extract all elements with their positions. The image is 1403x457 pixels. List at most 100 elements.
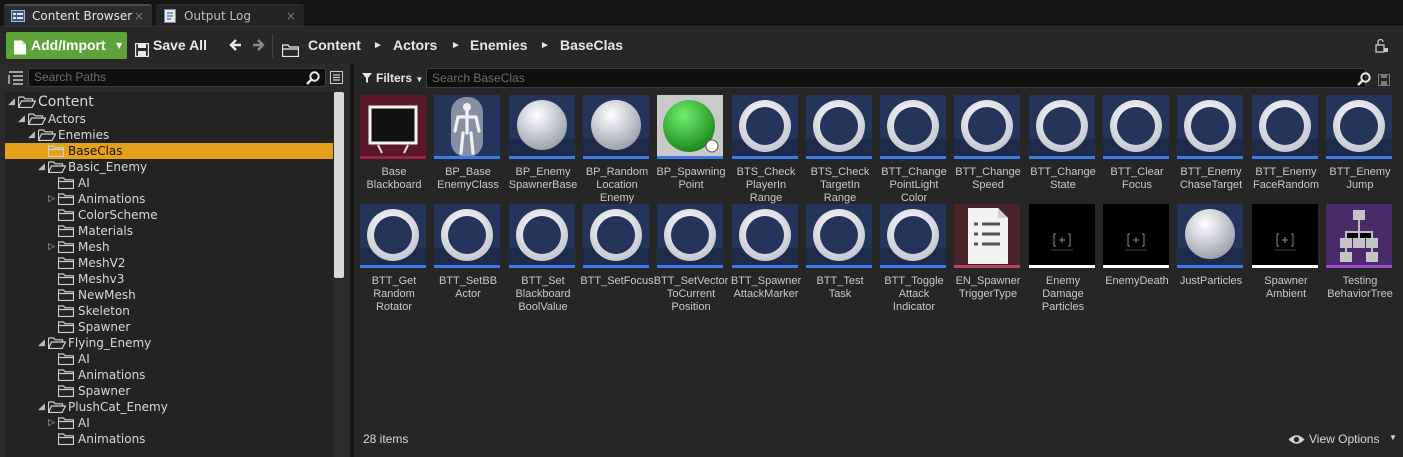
asset-tile[interactable]: Testing BehaviorTree <box>1326 204 1394 308</box>
tree-item-animations[interactable]: Animations <box>5 431 333 447</box>
collapse-arrow-icon[interactable]: ◢ <box>38 399 45 415</box>
scrollbar[interactable] <box>334 92 344 278</box>
tab-output-log[interactable]: Output Log × <box>156 4 304 26</box>
asset-tile[interactable]: BP_Random Location Enemy <box>583 95 651 204</box>
tree-item-colorscheme[interactable]: ColorScheme <box>5 207 333 223</box>
green-sphere-icon <box>657 95 723 159</box>
breadcrumb-separator-icon[interactable]: ► <box>373 32 383 59</box>
mannequin-icon <box>434 95 500 159</box>
asset-tile[interactable]: BTT_SetBB Actor <box>434 204 502 308</box>
tree-item-ai[interactable]: AI <box>5 351 333 367</box>
tree-item-mesh[interactable]: ▷ Mesh <box>5 239 333 255</box>
asset-type-bar <box>583 156 649 159</box>
close-icon[interactable]: × <box>286 6 296 26</box>
tree-item-actors[interactable]: ◢ Actors <box>5 111 333 127</box>
tree-item-basic_enemy[interactable]: ◢ Basic_Enemy <box>5 159 333 175</box>
tree-item-animations[interactable]: Animations <box>5 367 333 383</box>
search-icon[interactable] <box>306 70 320 89</box>
tree-item-flying_enemy[interactable]: ◢ Flying_Enemy <box>5 335 333 351</box>
toolbar: Add/Import ▼ Save All Content ► Actors ►… <box>0 26 1403 64</box>
asset-tile[interactable]: BTT_Enemy Jump <box>1326 95 1394 199</box>
breadcrumb-separator-icon[interactable]: ► <box>451 32 461 59</box>
tree-item-label: AI <box>78 176 90 190</box>
asset-tile[interactable]: BP_Base EnemyClass <box>434 95 502 199</box>
tree-item-skeleton[interactable]: Skeleton <box>5 303 333 319</box>
asset-tile[interactable]: JustParticles <box>1177 204 1245 308</box>
tab-content-browser[interactable]: Content Browser × <box>4 4 152 26</box>
breadcrumb-baseclas[interactable]: BaseClas <box>560 32 623 59</box>
asset-tile[interactable]: BTT_Enemy ChaseTarget <box>1177 95 1245 199</box>
asset-tile[interactable]: BTT_Spawner AttackMarker <box>731 204 801 308</box>
asset-tile[interactable]: EN_Spawner TriggerType <box>954 204 1022 308</box>
collapse-arrow-icon[interactable]: ◢ <box>28 127 35 143</box>
asset-tile[interactable]: Enemy Damage Particles <box>1029 204 1097 313</box>
lock-icon[interactable] <box>1375 38 1389 57</box>
tree-item-baseclas[interactable]: BaseClas <box>5 143 333 159</box>
asset-tile[interactable]: BTS_Check PlayerIn Range <box>732 95 800 204</box>
tree-item-plushcat_enemy[interactable]: ◢ PlushCat_Enemy <box>5 399 333 415</box>
asset-tile[interactable]: BTT_Change Speed <box>954 95 1022 199</box>
ring-icon <box>1029 95 1095 159</box>
expand-arrow-icon[interactable]: ▷ <box>48 239 55 255</box>
save-all-button[interactable]: Save All <box>134 32 214 59</box>
collapse-arrow-icon[interactable]: ◢ <box>18 111 25 127</box>
tree-item-content[interactable]: ◢ Content <box>5 93 333 111</box>
asset-tile[interactable]: BP_Enemy SpawnerBase <box>509 95 577 199</box>
path-view-options-icon[interactable] <box>330 71 343 84</box>
forward-arrow-icon[interactable] <box>250 35 266 55</box>
tree-item-meshv3[interactable]: Meshv3 <box>5 271 333 287</box>
asset-tile[interactable]: EnemyDeath <box>1103 204 1171 308</box>
back-arrow-icon[interactable] <box>229 35 245 55</box>
tree-item-enemies[interactable]: ◢ Enemies <box>5 127 333 143</box>
breadcrumb-enemies[interactable]: Enemies <box>470 32 528 59</box>
tree-item-ai[interactable]: AI <box>5 175 333 191</box>
tree-item-newmesh[interactable]: NewMesh <box>5 287 333 303</box>
asset-tile[interactable]: BP_Spawning Point <box>656 95 726 199</box>
asset-tile[interactable]: BTT_Clear Focus <box>1103 95 1171 199</box>
asset-name: BTT_Toggle Attack Indicator <box>884 275 944 313</box>
asset-tile[interactable]: BTT_Toggle Attack Indicator <box>880 204 948 313</box>
asset-tile[interactable]: BTT_Change State <box>1029 95 1097 199</box>
asset-name: Enemy Damage Particles <box>1041 275 1085 313</box>
expand-arrow-icon[interactable]: ▷ <box>48 191 55 207</box>
close-icon[interactable]: × <box>134 6 144 26</box>
collapse-arrow-icon[interactable]: ◢ <box>8 93 15 111</box>
tree-item-ai[interactable]: ▷ AI <box>5 415 333 431</box>
breadcrumb-actors[interactable]: Actors <box>393 32 437 59</box>
tree-item-label: BaseClas <box>68 144 123 158</box>
asset-tile[interactable]: BTT_Set Blackboard BoolValue <box>509 204 577 313</box>
asset-name: BTT_Clear Focus <box>1110 166 1164 191</box>
sources-toggle-icon[interactable] <box>8 70 24 89</box>
tree-item-spawner[interactable]: Spawner <box>5 319 333 335</box>
asset-type-bar <box>434 265 500 268</box>
asset-type-bar <box>434 156 500 159</box>
asset-tile[interactable]: BTT_Change PointLight Color <box>880 95 948 204</box>
tree-item-meshv2[interactable]: MeshV2 <box>5 255 333 271</box>
tree-item-label: ColorScheme <box>78 208 158 222</box>
asset-tile[interactable]: BTS_Check TargetIn Range <box>806 95 874 204</box>
search-paths-input[interactable]: Search Paths <box>28 68 326 87</box>
asset-tile[interactable]: BTT_Enemy FaceRandom <box>1252 95 1320 199</box>
asset-name: BP_Spawning Point <box>656 166 726 191</box>
asset-tile[interactable]: Spawner Ambient <box>1252 204 1320 308</box>
breadcrumb-content[interactable]: Content <box>308 32 361 59</box>
tree-item-label: Spawner <box>78 384 131 398</box>
asset-tile[interactable]: Base Blackboard <box>360 95 428 199</box>
collapse-arrow-icon[interactable]: ◢ <box>38 159 45 175</box>
collapse-arrow-icon[interactable]: ◢ <box>38 335 45 351</box>
asset-tile[interactable]: BTT_SetFocus <box>580 204 654 308</box>
expand-arrow-icon[interactable]: ▷ <box>48 415 55 431</box>
tree-item-materials[interactable]: Materials <box>5 223 333 239</box>
asset-tile[interactable]: BTT_SetVector ToCurrent Position <box>654 204 728 313</box>
asset-tile[interactable]: BTT_Get Random Rotator <box>360 204 428 313</box>
asset-name: EN_Spawner TriggerType <box>955 275 1021 300</box>
add-import-button[interactable]: Add/Import ▼ <box>6 32 127 59</box>
asset-name: BP_Base EnemyClass <box>437 166 499 191</box>
tree-item-spawner[interactable]: Spawner <box>5 383 333 399</box>
save-icon <box>134 39 150 66</box>
asset-tile[interactable]: BTT_Test Task <box>806 204 874 308</box>
asset-grid: Base Blackboard BP_Base EnemyClass BP_Enem… <box>354 64 1403 424</box>
breadcrumb-separator-icon[interactable]: ► <box>540 32 550 59</box>
asset-type-bar <box>509 265 575 268</box>
tree-item-animations[interactable]: ▷ Animations <box>5 191 333 207</box>
